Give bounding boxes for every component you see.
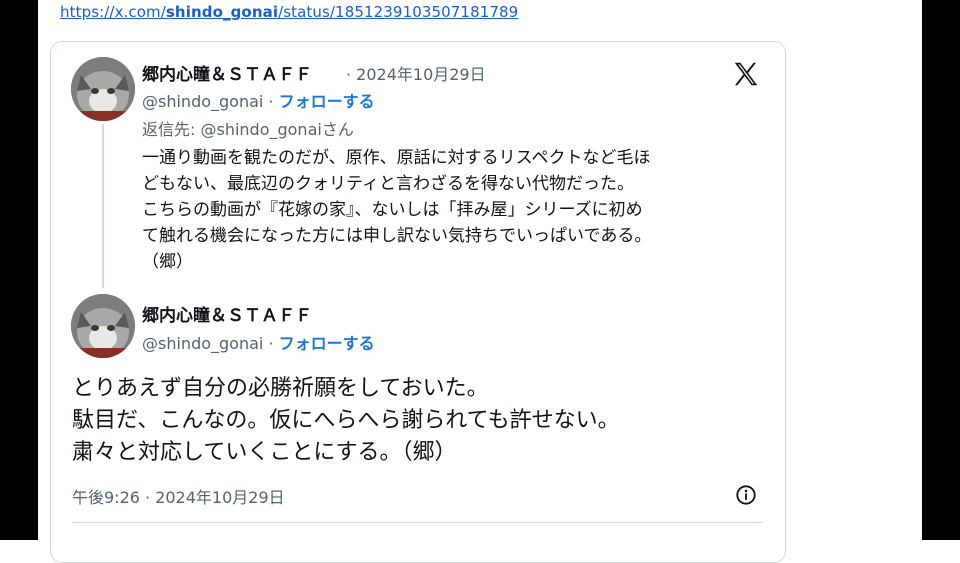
- main-author-name[interactable]: 郷内心瞳＆ＳＴＡＦＦ: [142, 301, 312, 326]
- quoted-text-line: どもない、最底辺のクォリティと言わざるを得ない代物だった。: [142, 174, 634, 194]
- tweet-url-link[interactable]: https://x.com/shindo_gonai/status/185123…: [60, 3, 518, 21]
- quoted-handle[interactable]: @shindo_gonai: [142, 92, 263, 111]
- main-handle-line: @shindo_gonai · フォローする: [142, 334, 375, 353]
- quoted-text-line: （郷）: [142, 252, 193, 272]
- reply-to-label: 返信先: @shindo_gonaiさん: [142, 120, 354, 139]
- left-letterbox: [0, 0, 38, 540]
- main-text-line: 駄目だ、こんなの。仮にへらへら謝られても許せない。: [72, 408, 620, 433]
- quoted-tweet-text: 一通り動画を観たのだが、原作、原話に対するリスペクトなど毛ほ どもない、最底辺の…: [142, 145, 762, 275]
- info-icon[interactable]: [735, 484, 757, 506]
- main-text-line: 粛々と対応していくことにする。（郷）: [72, 440, 457, 465]
- quoted-date: 2024年10月29日: [356, 65, 486, 84]
- quoted-author-name[interactable]: 郷内心瞳＆ＳＴＡＦＦ: [142, 60, 312, 85]
- thread-connector-line: [102, 124, 104, 288]
- quoted-follow-button[interactable]: フォローする: [279, 92, 375, 111]
- main-handle[interactable]: @shindo_gonai: [142, 334, 263, 353]
- main-text-line: とりあえず自分の必勝祈願をしておいた。: [72, 376, 489, 401]
- main-tweet-text: とりあえず自分の必勝祈願をしておいた。 駄目だ、こんなの。仮にへらへら謝られても…: [72, 373, 762, 469]
- quoted-text-line: こちらの動画が『花嫁の家』、ないしは「拝み屋」シリーズに初め: [142, 200, 643, 220]
- main-author-avatar[interactable]: [71, 294, 135, 358]
- tweet-timestamp[interactable]: 午後9:26 · 2024年10月29日: [72, 484, 285, 508]
- main-follow-button[interactable]: フォローする: [279, 334, 375, 353]
- quoted-date-line: · 2024年10月29日: [346, 65, 486, 84]
- quoted-author-avatar[interactable]: [71, 57, 135, 121]
- x-logo-icon[interactable]: [731, 59, 761, 89]
- quoted-handle-line: @shindo_gonai · フォローする: [142, 92, 375, 111]
- quoted-text-line: て触れる機会になった方には申し訳ない気持ちでいっぱいである。: [142, 226, 652, 246]
- quoted-text-line: 一通り動画を観たのだが、原作、原話に対するリスペクトなど毛ほ: [142, 148, 651, 168]
- right-letterbox: [922, 0, 960, 540]
- card-divider: [72, 522, 762, 523]
